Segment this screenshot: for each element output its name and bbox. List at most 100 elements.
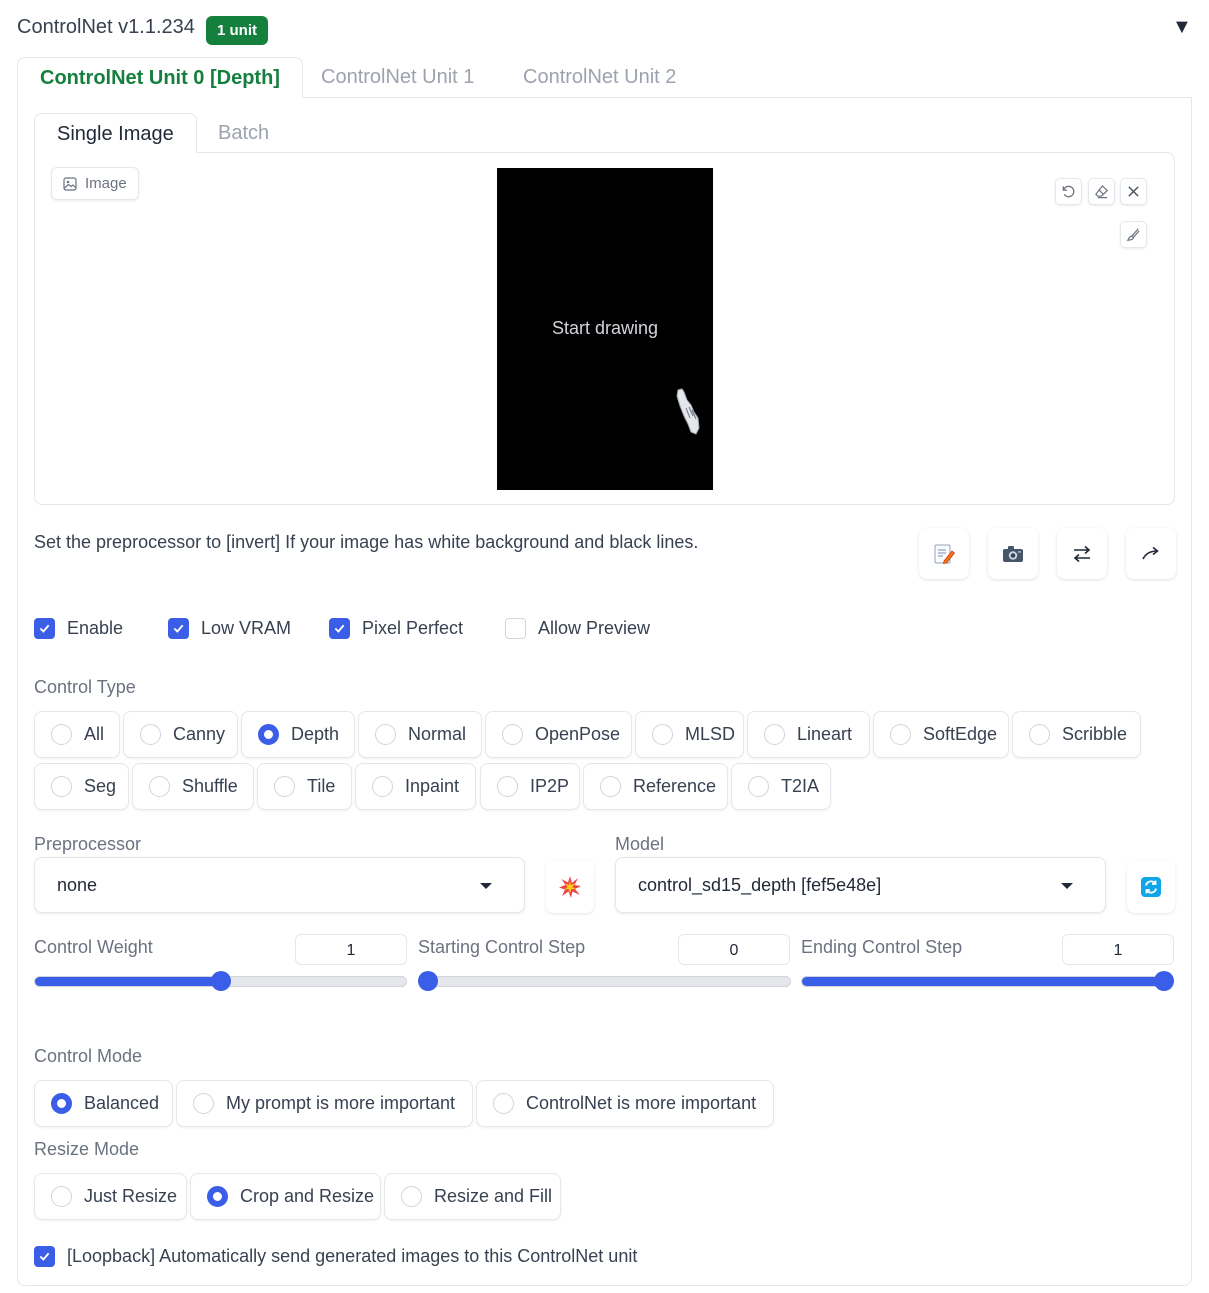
radio-circle — [193, 1093, 214, 1114]
refresh-icon — [1141, 876, 1161, 897]
send-dimensions-button[interactable] — [1126, 528, 1176, 579]
loopback-checkbox[interactable]: [Loopback] Automatically send generated … — [34, 1246, 637, 1267]
checkmark-icon — [168, 618, 189, 639]
canvas-start-drawing: Start drawing — [551, 318, 659, 338]
low-vram-checkbox[interactable]: Low VRAM — [168, 618, 291, 639]
ending-step-input[interactable]: 1 — [1062, 934, 1174, 965]
starting-step-thumb[interactable] — [418, 971, 438, 991]
control-weight-input[interactable]: 1 — [295, 934, 407, 965]
starting-step-input[interactable]: 0 — [678, 934, 790, 965]
pixel-perfect-checkbox[interactable]: Pixel Perfect — [329, 618, 463, 639]
ending-step-fill — [802, 977, 1165, 986]
radio-label: Scribble — [1062, 724, 1128, 744]
starting-step-label: Starting Control Step — [418, 937, 586, 957]
checkmark-icon — [34, 1246, 55, 1267]
tab-single-image[interactable]: Single Image — [34, 113, 197, 153]
control-type-canny[interactable]: Canny — [123, 711, 238, 758]
low-vram-label: Low VRAM — [201, 618, 292, 638]
resize-mode-resize-and-fill[interactable]: Resize and Fill — [384, 1173, 561, 1220]
undo-icon — [1062, 185, 1075, 198]
control-type-ip2p[interactable]: IP2P — [480, 763, 580, 810]
resize-mode-label: Resize Mode — [34, 1139, 140, 1159]
explosion-icon — [559, 875, 581, 898]
hand-cursor-icon — [676, 388, 700, 435]
control-weight-fill — [35, 977, 222, 986]
model-dropdown[interactable]: control_sd15_depth [fef5e48e] — [615, 857, 1106, 913]
image-label: Image — [51, 167, 139, 200]
control-mode-balanced[interactable]: Balanced — [34, 1080, 173, 1127]
tab-unit-2[interactable]: ControlNet Unit 2 — [501, 57, 698, 98]
eraser-button[interactable] — [1088, 178, 1115, 205]
control-weight-thumb[interactable] — [210, 971, 231, 991]
radio-label: Balanced — [84, 1093, 160, 1113]
swap-dimensions-button[interactable] — [1057, 528, 1107, 579]
radio-label: All — [84, 724, 105, 744]
checkbox-box — [505, 618, 526, 639]
run-preprocessor-button[interactable] — [546, 860, 594, 913]
allow-preview-checkbox[interactable]: Allow Preview — [505, 618, 650, 639]
radio-circle — [493, 1093, 514, 1114]
control-type-softedge[interactable]: SoftEdge — [873, 711, 1009, 758]
resize-mode-just-resize[interactable]: Just Resize — [34, 1173, 187, 1220]
image-label-text: Image — [85, 175, 127, 192]
control-type-scribble[interactable]: Scribble — [1012, 711, 1141, 758]
ending-step-thumb[interactable] — [1154, 971, 1174, 991]
starting-step-track[interactable] — [418, 976, 791, 987]
radio-circle — [51, 1093, 72, 1114]
control-type-depth[interactable]: Depth — [241, 711, 355, 758]
brush-button[interactable] — [1120, 221, 1147, 248]
tab-unit-1[interactable]: ControlNet Unit 1 — [299, 57, 496, 98]
open-editor-button[interactable] — [919, 528, 969, 579]
preprocessor-label: Preprocessor — [34, 834, 142, 854]
radio-circle — [1029, 724, 1050, 745]
radio-circle — [600, 776, 621, 797]
radio-circle — [748, 776, 769, 797]
resize-mode-crop-and-resize[interactable]: Crop and Resize — [190, 1173, 381, 1220]
radio-circle — [401, 1186, 422, 1207]
webcam-button[interactable] — [988, 528, 1038, 579]
control-type-tile[interactable]: Tile — [257, 763, 352, 810]
model-value: control_sd15_depth [fef5e48e] — [638, 874, 882, 895]
control-mode-controlnet[interactable]: ControlNet is more important — [476, 1080, 774, 1127]
control-type-t2ia[interactable]: T2IA — [731, 763, 831, 810]
preprocessor-dropdown[interactable]: none — [34, 857, 525, 913]
swap-icon — [1073, 545, 1091, 562]
control-mode-prompt[interactable]: My prompt is more important — [176, 1080, 473, 1127]
control-type-seg[interactable]: Seg — [34, 763, 129, 810]
radio-label: Resize and Fill — [434, 1186, 553, 1206]
control-type-inpaint[interactable]: Inpaint — [355, 763, 476, 810]
tab-unit-0[interactable]: ControlNet Unit 0 [Depth] — [17, 57, 303, 98]
radio-label: Canny — [173, 724, 226, 744]
tab-batch[interactable]: Batch — [196, 113, 291, 153]
undo-button[interactable] — [1055, 178, 1082, 205]
enable-checkbox[interactable]: Enable — [34, 618, 123, 639]
clear-button[interactable] — [1120, 178, 1147, 205]
radio-circle — [502, 724, 523, 745]
refresh-models-button[interactable] — [1127, 860, 1175, 913]
memo-edit-icon — [934, 544, 956, 564]
preprocessor-value: none — [57, 874, 98, 895]
collapse-triangle-icon[interactable]: ▼ — [1172, 16, 1192, 39]
model-label: Model — [615, 834, 665, 854]
radio-label: Tile — [307, 776, 336, 796]
ending-step-track[interactable] — [801, 976, 1174, 987]
radio-circle — [140, 724, 161, 745]
unit-count-badge: 1 unit — [206, 16, 268, 45]
control-type-mlsd[interactable]: MLSD — [635, 711, 744, 758]
control-type-normal[interactable]: Normal — [358, 711, 482, 758]
enable-label: Enable — [67, 618, 124, 638]
radio-circle — [764, 724, 785, 745]
allow-preview-label: Allow Preview — [538, 618, 651, 638]
radio-label: OpenPose — [535, 724, 621, 744]
radio-circle — [51, 724, 72, 745]
control-type-shuffle[interactable]: Shuffle — [132, 763, 254, 810]
control-type-all[interactable]: All — [34, 711, 120, 758]
radio-circle — [652, 724, 673, 745]
eraser-icon — [1095, 184, 1108, 199]
radio-label: Just Resize — [84, 1186, 178, 1206]
radio-label: Shuffle — [182, 776, 238, 796]
control-type-reference[interactable]: Reference — [583, 763, 728, 810]
control-type-lineart[interactable]: Lineart — [747, 711, 870, 758]
radio-circle — [372, 776, 393, 797]
control-type-openpose[interactable]: OpenPose — [485, 711, 632, 758]
